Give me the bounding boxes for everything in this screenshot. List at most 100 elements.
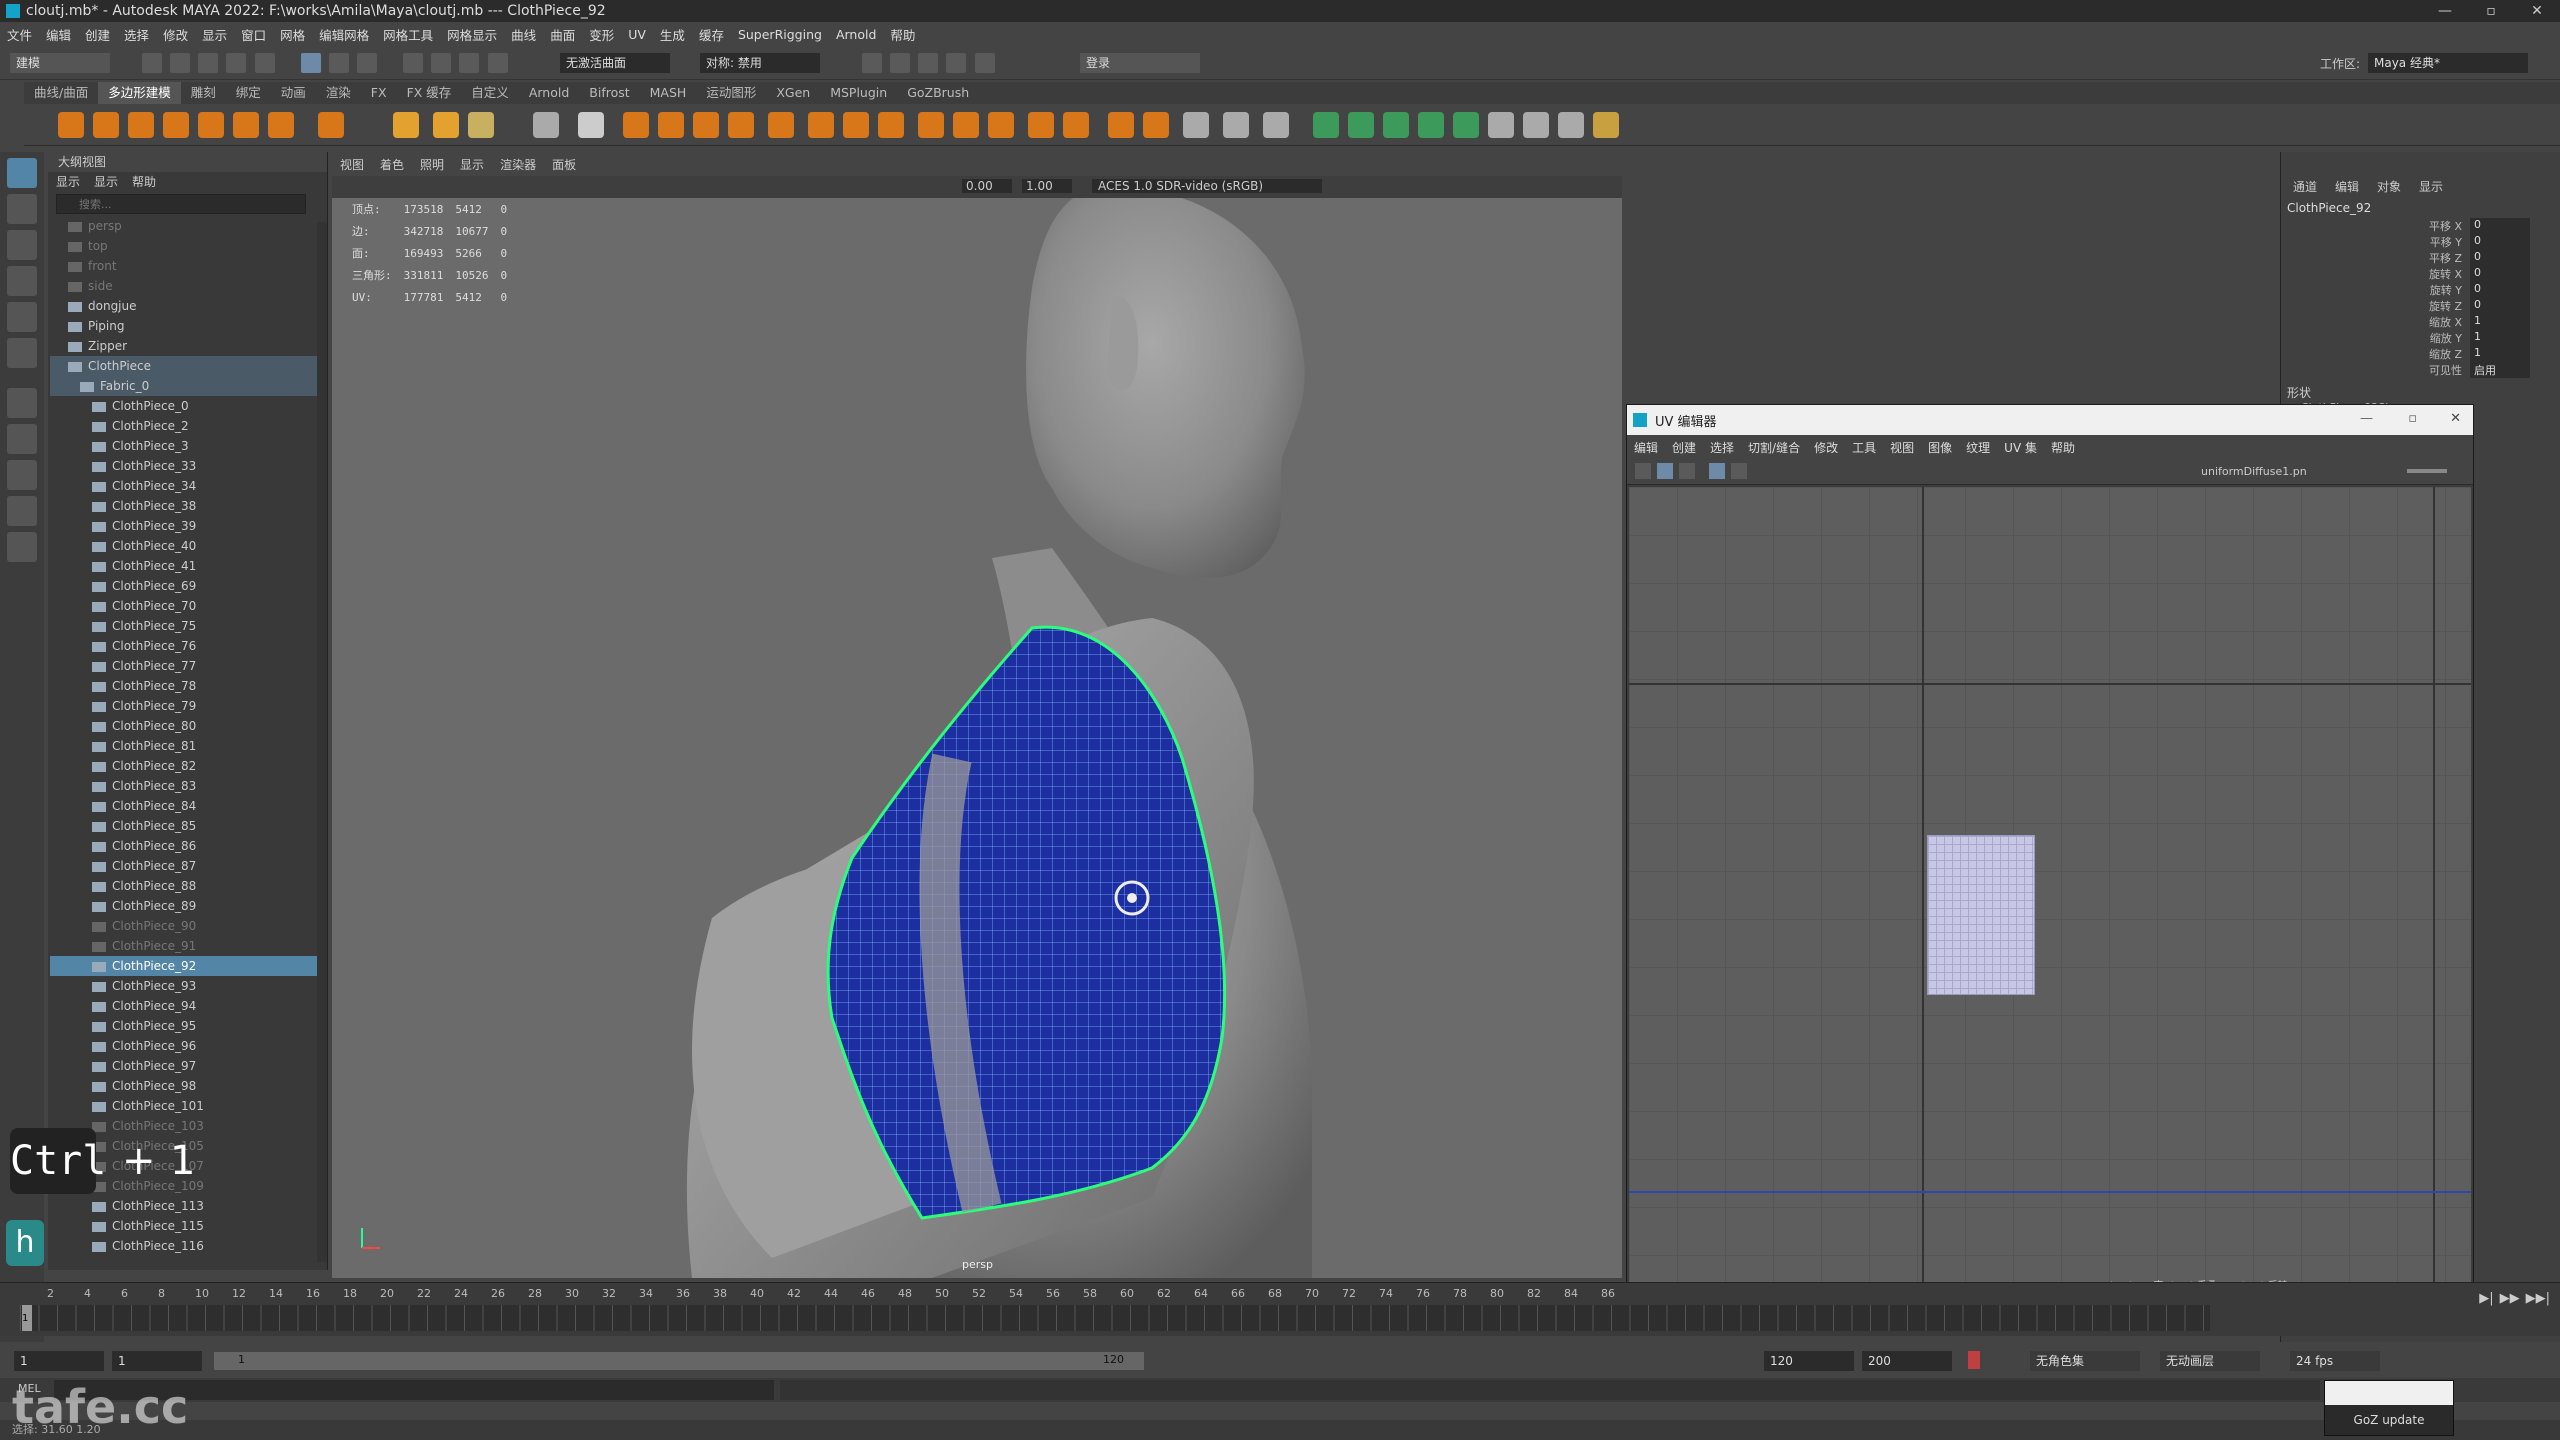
uv-menu-9[interactable]: UV 集: [1997, 439, 2044, 456]
snap-curve-icon[interactable]: [431, 53, 452, 73]
uv-shell[interactable]: [1927, 835, 2035, 995]
uv-distortion-icon[interactable]: [1679, 463, 1695, 479]
shelf-tool-icon[interactable]: [1143, 112, 1169, 138]
shelf-tool-icon[interactable]: [658, 112, 684, 138]
outliner-item[interactable]: ClothPiece_113: [50, 1196, 327, 1216]
channel-row[interactable]: 缩放 X1: [2281, 314, 2560, 330]
shelf-tool-icon[interactable]: [393, 112, 419, 138]
shelf-tool-icon[interactable]: [1523, 112, 1549, 138]
shelf-tool-icon[interactable]: [198, 112, 224, 138]
close-button[interactable]: ✕: [2514, 0, 2560, 22]
select-tool-icon[interactable]: [7, 158, 37, 188]
uv-checker-icon[interactable]: [1731, 463, 1747, 479]
scene-start-field[interactable]: 1: [14, 1351, 104, 1371]
move-tool-icon[interactable]: [7, 266, 37, 296]
uv-grid-icon[interactable]: [1709, 463, 1725, 479]
menuset-dropdown[interactable]: 建模: [10, 53, 110, 73]
undo-icon[interactable]: [226, 53, 247, 73]
login-button[interactable]: 登录: [1080, 53, 1200, 73]
shelf-tab-7[interactable]: FX 缓存: [397, 82, 462, 104]
colorspace-dropdown[interactable]: ACES 1.0 SDR-video (sRGB): [1092, 179, 1322, 193]
shelf-tool-icon[interactable]: [988, 112, 1014, 138]
shelf-tool-icon[interactable]: [918, 112, 944, 138]
snap-grid-icon[interactable]: [403, 53, 424, 73]
shelf-tool-icon[interactable]: [623, 112, 649, 138]
exposure-field[interactable]: 1.00: [1022, 179, 1072, 193]
channel-menu-3[interactable]: 显示: [2419, 176, 2443, 198]
uv-brightness-slider[interactable]: [2407, 469, 2447, 473]
channel-row[interactable]: 平移 Z0: [2281, 250, 2560, 266]
outliner-item[interactable]: ClothPiece_92: [50, 956, 327, 976]
shelf-tool-icon[interactable]: [433, 112, 459, 138]
ipr-render-icon[interactable]: [918, 53, 939, 73]
menu-12[interactable]: 曲面: [543, 25, 582, 44]
shelf-tab-13[interactable]: XGen: [766, 82, 820, 104]
menu-5[interactable]: 显示: [195, 25, 234, 44]
shelf-tab-3[interactable]: 绑定: [226, 82, 271, 104]
open-scene-icon[interactable]: [170, 53, 191, 73]
uv-menu-5[interactable]: 工具: [1845, 439, 1883, 456]
outliner-item[interactable]: ClothPiece_101: [50, 1096, 327, 1116]
shelf-tool-icon[interactable]: [318, 112, 344, 138]
shelf-tab-9[interactable]: Arnold: [519, 82, 579, 104]
channel-row[interactable]: 缩放 Z1: [2281, 346, 2560, 362]
shelf-tab-2[interactable]: 雕刻: [181, 82, 226, 104]
uv-menu-3[interactable]: 切割/缝合: [1741, 439, 1807, 456]
workspace-dropdown[interactable]: Maya 经典*: [2368, 53, 2528, 73]
outliner-item[interactable]: ClothPiece_70: [50, 596, 327, 616]
outliner-scrollbar[interactable]: [317, 222, 327, 1262]
outliner-item[interactable]: ClothPiece_95: [50, 1016, 327, 1036]
outliner-item[interactable]: ClothPiece_76: [50, 636, 327, 656]
goz-update-label[interactable]: GoZ update: [2325, 1405, 2453, 1435]
shelf-tool-icon[interactable]: [1028, 112, 1054, 138]
outliner-item[interactable]: ClothPiece_87: [50, 856, 327, 876]
playback-end-field[interactable]: 120: [1764, 1351, 1854, 1371]
outliner-item[interactable]: Fabric_0: [50, 376, 327, 396]
shelf-tool-icon[interactable]: [768, 112, 794, 138]
outliner-item[interactable]: ClothPiece_78: [50, 676, 327, 696]
outliner-item[interactable]: dongjue: [50, 296, 327, 316]
shelf-tab-0[interactable]: 曲线/曲面: [24, 82, 98, 104]
hypershade-icon[interactable]: [974, 53, 995, 73]
outliner-item[interactable]: ClothPiece_116: [50, 1236, 327, 1256]
outliner-item[interactable]: ClothPiece_75: [50, 616, 327, 636]
menu-7[interactable]: 网格: [273, 25, 312, 44]
outliner-item[interactable]: ClothPiece_91: [50, 936, 327, 956]
uv-menu-1[interactable]: 创建: [1665, 439, 1703, 456]
shelf-tab-4[interactable]: 动画: [271, 82, 316, 104]
viewport-menu-3[interactable]: 显示: [452, 156, 492, 173]
menu-13[interactable]: 变形: [582, 25, 621, 44]
paint-select-icon[interactable]: [7, 230, 37, 260]
side-by-side-icon[interactable]: [7, 496, 37, 526]
menu-17[interactable]: SuperRigging: [731, 27, 829, 42]
last-tool-icon[interactable]: [7, 388, 37, 418]
menu-0[interactable]: 文件: [0, 25, 39, 44]
shelf-tool-icon[interactable]: [1418, 112, 1444, 138]
fps-dropdown[interactable]: 24 fps: [2290, 1351, 2380, 1371]
shelf-tool-icon[interactable]: [693, 112, 719, 138]
channel-row[interactable]: 平移 X0: [2281, 218, 2560, 234]
outliner-item[interactable]: persp: [50, 216, 327, 236]
shelf-tool-icon[interactable]: [1488, 112, 1514, 138]
outliner-item[interactable]: side: [50, 276, 327, 296]
shelf-tool-icon[interactable]: [843, 112, 869, 138]
scale-tool-icon[interactable]: [7, 338, 37, 368]
timeline-playhead[interactable]: 1: [22, 1305, 32, 1331]
menu-1[interactable]: 编辑: [39, 25, 78, 44]
channel-row[interactable]: 旋转 Z0: [2281, 298, 2560, 314]
outliner-item[interactable]: Piping: [50, 316, 327, 336]
auto-key-icon[interactable]: [1968, 1351, 1980, 1369]
shelf-tool-icon[interactable]: [533, 112, 559, 138]
redo-icon[interactable]: [254, 53, 275, 73]
menu-8[interactable]: 编辑网格: [312, 25, 376, 44]
shelf-tool-icon[interactable]: [93, 112, 119, 138]
outliner-item[interactable]: top: [50, 236, 327, 256]
snap-view-icon[interactable]: [487, 53, 508, 73]
outliner-item[interactable]: ClothPiece_80: [50, 716, 327, 736]
channel-menu-0[interactable]: 通道: [2293, 176, 2317, 198]
uv-editor-titlebar[interactable]: UV 编辑器 — ▫ ✕: [1627, 405, 2473, 435]
shelf-tab-11[interactable]: MASH: [640, 82, 697, 104]
uv-close-button[interactable]: ✕: [2450, 411, 2461, 426]
outliner-item[interactable]: ClothPiece_85: [50, 816, 327, 836]
maximize-button[interactable]: ▫: [2468, 0, 2514, 22]
